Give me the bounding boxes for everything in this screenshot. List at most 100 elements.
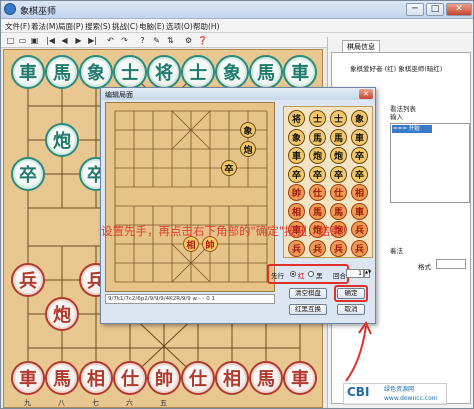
black-advisor[interactable]: 士 (181, 55, 215, 89)
palette-black-piece[interactable]: 馬 (309, 128, 326, 146)
edit-board-piece[interactable]: 象 (240, 122, 256, 138)
palette-black-piece[interactable]: 卒 (351, 165, 368, 183)
menu-challenge[interactable]: 挑战(C) (112, 21, 138, 32)
red-elephant[interactable]: 相 (79, 361, 113, 395)
close-button[interactable]: ✕ (446, 3, 472, 16)
palette-black-piece[interactable]: 士 (309, 110, 326, 127)
palette-black-piece[interactable]: 卒 (351, 147, 368, 164)
palette-red-piece[interactable]: 馬 (309, 202, 326, 220)
menu-options[interactable]: 选项(O) (166, 21, 193, 32)
list-item[interactable]: === 开始 === (392, 125, 432, 140)
palette-red-piece[interactable]: 仕 (309, 184, 326, 201)
palette-red-piece[interactable]: 車 (351, 202, 368, 220)
palette-black-piece[interactable]: 炮 (309, 147, 326, 164)
help-icon[interactable]: ❓ (197, 35, 208, 46)
undo-icon[interactable]: ↶ (105, 35, 116, 46)
palette-red-piece[interactable]: 兵 (288, 239, 305, 257)
palette-red-piece[interactable]: 仕 (330, 184, 347, 201)
palette-black-piece[interactable]: 象 (351, 110, 368, 127)
menu-help[interactable]: 帮助(H) (193, 21, 220, 32)
black-pawn[interactable]: 卒 (11, 157, 45, 191)
red-horse[interactable]: 馬 (249, 361, 283, 395)
open-icon[interactable]: ▭ (17, 35, 28, 46)
red-first-radio[interactable] (290, 271, 296, 277)
moves-list[interactable]: === 开始 === (390, 123, 470, 203)
palette-black-piece[interactable]: 卒 (309, 165, 326, 183)
first-icon[interactable]: |◀ (45, 35, 56, 46)
fen-field[interactable]: 9/7k1/7c2/6p2/9/9/9/4K2R/9/9 w - - 0 1 (105, 294, 275, 304)
menu-moves[interactable]: 着法(M) (31, 21, 58, 32)
palette-red-piece[interactable]: 帥 (288, 184, 305, 201)
menu-file[interactable]: 文件(F) (5, 21, 30, 32)
round-input[interactable]: 1 (346, 269, 364, 278)
app-icon (4, 3, 16, 15)
new-icon[interactable]: □ (5, 35, 16, 46)
edit-board-piece[interactable]: 卒 (221, 160, 237, 176)
palette-red-piece[interactable]: 兵 (351, 239, 368, 257)
palette-black-piece[interactable]: 象 (288, 128, 305, 146)
red-pawn[interactable]: 兵 (11, 263, 45, 297)
red-general[interactable]: 帥 (147, 361, 181, 395)
black-cannon[interactable]: 炮 (45, 123, 79, 157)
edit-board-piece[interactable]: 炮 (240, 141, 256, 157)
file-label: 六 (126, 399, 133, 407)
black-chariot[interactable]: 車 (11, 55, 45, 89)
save-icon[interactable]: ▣ (29, 35, 40, 46)
redo-icon[interactable]: ↷ (119, 35, 130, 46)
black-horse[interactable]: 馬 (45, 55, 79, 89)
menu-position[interactable]: 局面(P) (58, 21, 83, 32)
next-icon[interactable]: ▶ (73, 35, 84, 46)
edit-board[interactable]: 象炮卒相帥 (105, 102, 275, 292)
settings-icon[interactable]: ⚙ (183, 35, 194, 46)
dialog-close-button[interactable]: ✕ (359, 89, 373, 99)
swap-sides-button[interactable]: 红黑互换 (289, 304, 327, 315)
red-advisor[interactable]: 仕 (113, 361, 147, 395)
file-label: 九 (24, 399, 31, 407)
black-label: 黑 (316, 272, 323, 280)
red-elephant[interactable]: 相 (215, 361, 249, 395)
palette-black-piece[interactable]: 車 (288, 147, 305, 164)
palette-red-piece[interactable]: 相 (288, 202, 305, 220)
palette-black-piece[interactable]: 車 (351, 128, 368, 146)
palette-red-piece[interactable]: 馬 (330, 202, 347, 220)
menu-search[interactable]: 搜索(S) (85, 21, 111, 32)
clear-board-button[interactable]: 清空棋盘 (289, 288, 327, 299)
players-line: 象棋爱好者 (红) 象棋巫师(暗红) (350, 65, 443, 73)
black-horse[interactable]: 馬 (249, 55, 283, 89)
format-label: 格式 (418, 263, 431, 271)
palette-red-piece[interactable]: 兵 (330, 239, 347, 257)
last-icon[interactable]: ▶| (87, 35, 98, 46)
black-elephant[interactable]: 象 (79, 55, 113, 89)
palette-black-piece[interactable]: 馬 (330, 128, 347, 146)
black-first-radio[interactable] (308, 271, 314, 277)
black-chariot[interactable]: 車 (283, 55, 317, 89)
red-cannon[interactable]: 炮 (45, 297, 79, 331)
black-elephant[interactable]: 象 (215, 55, 249, 89)
palette-red-piece[interactable]: 兵 (351, 221, 368, 238)
format-select[interactable] (436, 259, 466, 269)
red-chariot[interactable]: 車 (283, 361, 317, 395)
black-advisor[interactable]: 士 (113, 55, 147, 89)
round-spinner[interactable]: ▲▼ (364, 269, 371, 278)
minimize-button[interactable]: ─ (406, 3, 424, 16)
palette-red-piece[interactable]: 兵 (309, 239, 326, 257)
palette-black-piece[interactable]: 卒 (330, 165, 347, 183)
black-general[interactable]: 将 (147, 55, 181, 89)
round-label: 回合 (333, 272, 346, 280)
hint-icon[interactable]: ? (137, 35, 148, 46)
red-label: 红 (298, 272, 305, 280)
prev-icon[interactable]: ◀ (59, 35, 70, 46)
palette-black-piece[interactable]: 卒 (288, 165, 305, 183)
menu-computer[interactable]: 电脑(E) (139, 21, 165, 32)
flip-icon[interactable]: ⇅ (165, 35, 176, 46)
red-chariot[interactable]: 車 (11, 361, 45, 395)
cancel-button[interactable]: 取消 (337, 304, 365, 315)
palette-red-piece[interactable]: 相 (351, 184, 368, 201)
palette-black-piece[interactable]: 士 (330, 110, 347, 127)
palette-black-piece[interactable]: 将 (288, 110, 305, 127)
red-horse[interactable]: 馬 (45, 361, 79, 395)
edit-icon[interactable]: ✎ (151, 35, 162, 46)
red-advisor[interactable]: 仕 (181, 361, 215, 395)
maximize-button[interactable]: □ (426, 3, 444, 16)
palette-black-piece[interactable]: 炮 (330, 147, 347, 164)
